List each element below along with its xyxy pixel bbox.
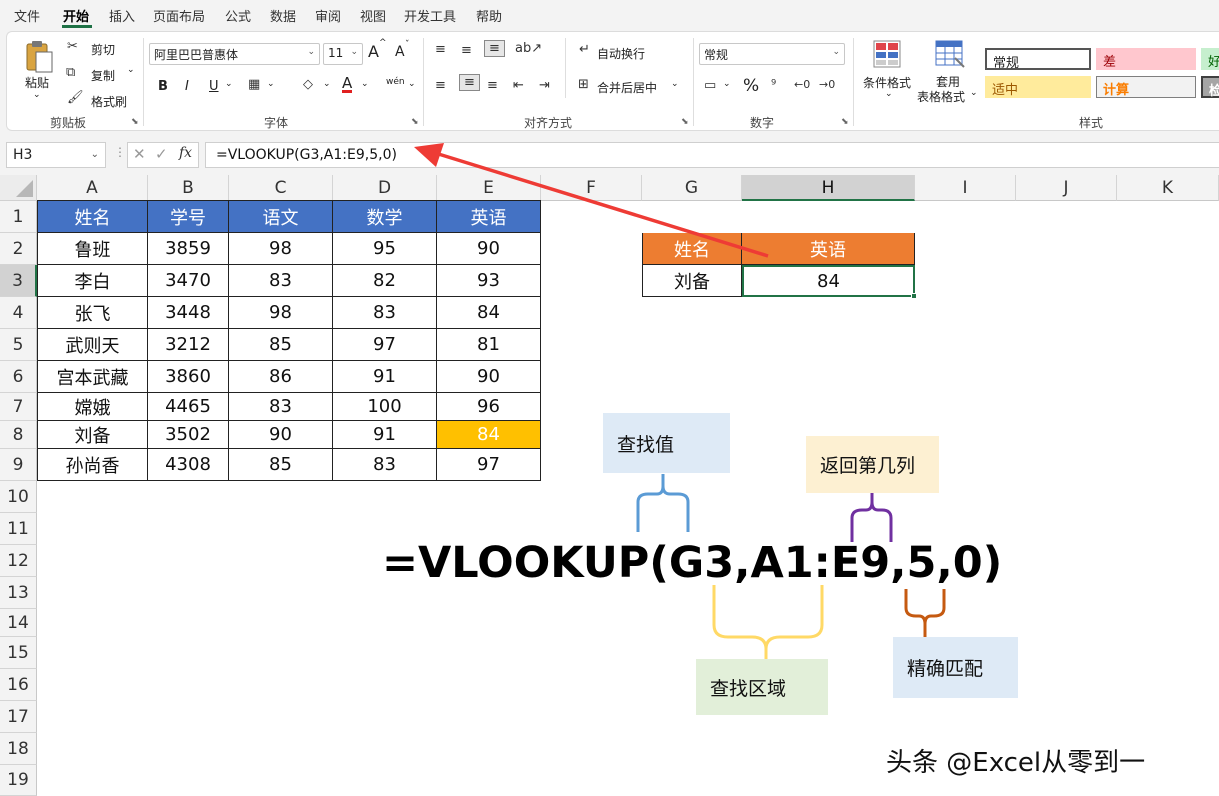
arrow-head <box>414 143 444 167</box>
watermark: 头条 @Excel从零到一 <box>886 748 1146 778</box>
annotation-overlay <box>414 143 946 659</box>
exact-match-brace <box>904 589 946 637</box>
lookup-range-brace <box>712 585 824 659</box>
excel-window: 文件 开始 插入 页面布局 公式 数据 审阅 视图 开发工具 帮助 粘贴 ⌄ ✂… <box>0 0 1219 796</box>
col-index-brace <box>850 493 893 542</box>
lookup-value-brace <box>636 474 690 532</box>
formula-breakdown: =VLOOKUP(G3,A1:E9,5,0) <box>382 538 1003 588</box>
arrow-line <box>431 150 769 258</box>
